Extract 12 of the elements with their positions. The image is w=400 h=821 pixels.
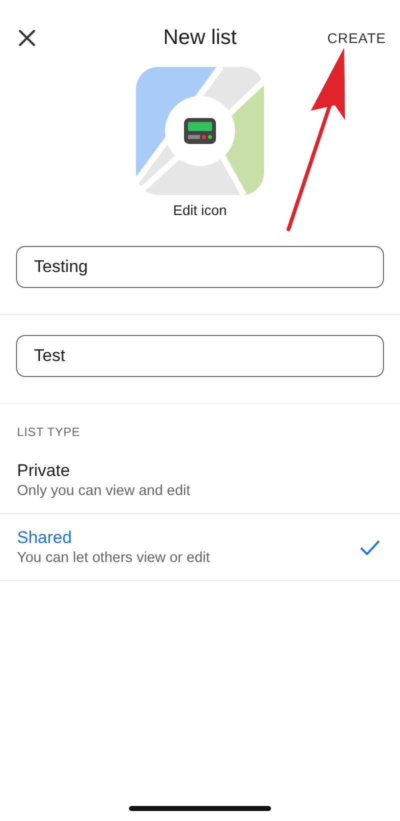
option-description: Only you can view and edit bbox=[17, 483, 190, 499]
section-heading: LIST TYPE bbox=[17, 425, 80, 439]
input-field[interactable]: Testing bbox=[16, 246, 384, 288]
screen-title: New list bbox=[163, 26, 237, 50]
edit-icon-label: Edit icon bbox=[173, 202, 227, 218]
option-title: Shared bbox=[17, 528, 73, 548]
list-type-option[interactable]: Private Only you can view and edit bbox=[0, 447, 400, 514]
option-description: You can let others view or edit bbox=[17, 550, 210, 566]
option-title: Private bbox=[17, 461, 71, 481]
create-button[interactable]: CREATE bbox=[325, 26, 388, 50]
list-type-option[interactable]: Shared You can let others view or edit bbox=[0, 514, 400, 581]
input-field[interactable]: Test bbox=[16, 335, 384, 377]
